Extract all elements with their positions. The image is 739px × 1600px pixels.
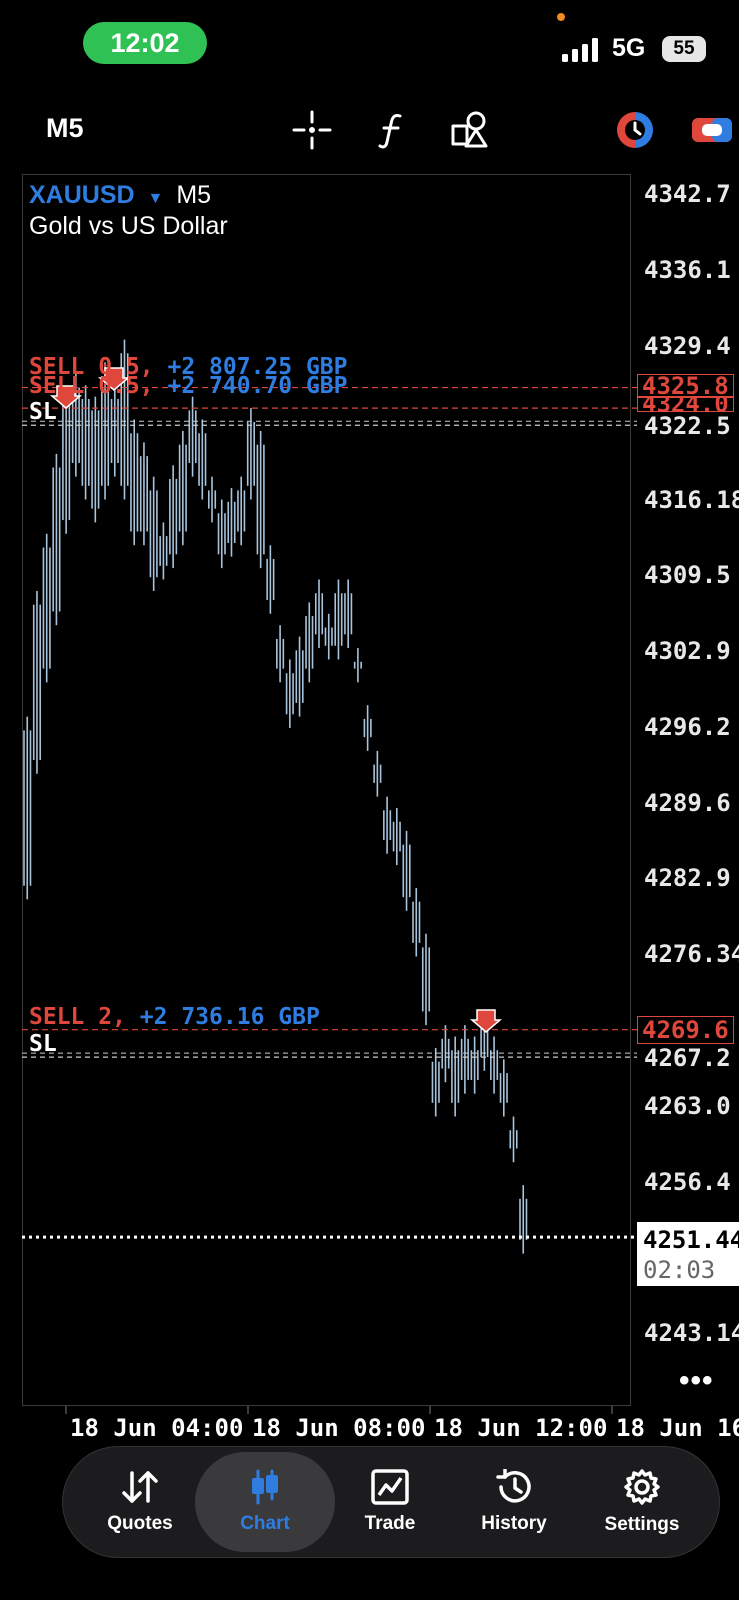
- price-axis-label: 4243.14: [644, 1319, 739, 1347]
- price-axis-label: 4329.4: [644, 332, 731, 360]
- time-axis-label: 18 Jun 08:00: [252, 1414, 426, 1442]
- tab-chart[interactable]: Chart: [215, 1446, 315, 1558]
- price-axis-label: 4282.9: [644, 864, 731, 892]
- order-profit: +2 740.70 GBP: [167, 373, 348, 399]
- price-axis-label: 4342.7: [644, 180, 731, 208]
- quotes-icon: [122, 1471, 158, 1503]
- stop-loss-label[interactable]: SL: [29, 1031, 57, 1057]
- tab-quotes[interactable]: Quotes: [90, 1446, 190, 1558]
- price-axis-label: 4296.2: [644, 713, 731, 741]
- order-profit: +2 736.16 GBP: [139, 1004, 320, 1030]
- price-axis-label: 4289.6: [644, 789, 731, 817]
- price-chart[interactable]: [0, 0, 739, 1600]
- history-icon: [496, 1469, 531, 1503]
- price-axis-label: 4276.34: [644, 940, 739, 968]
- order-price-tag: 4325.8: [637, 374, 734, 398]
- time-axis-label: 18 Jun 12:00: [434, 1414, 608, 1442]
- chart-icon: [252, 1469, 278, 1505]
- order-type: SELL 0.5,: [29, 373, 154, 399]
- stop-loss-label[interactable]: SL: [29, 399, 57, 425]
- price-axis-label: 4302.9: [644, 637, 731, 665]
- tab-trade[interactable]: Trade: [340, 1446, 440, 1558]
- more-options-button[interactable]: •••: [679, 1364, 714, 1398]
- time-axis-label: 18 Jun 04:00: [70, 1414, 244, 1442]
- sell-arrow-icon: [469, 1009, 503, 1033]
- current-price: 4251.44: [643, 1226, 739, 1254]
- order-price-tag: 4269.6: [637, 1016, 734, 1044]
- order-price-tag: 4324.0: [637, 396, 734, 412]
- tab-label: History: [481, 1513, 547, 1534]
- time-axis-label: 18 Jun 16: [616, 1414, 739, 1442]
- price-axis-label: 4263.0: [644, 1092, 731, 1120]
- price-axis-label: 4336.1: [644, 256, 731, 284]
- price-axis-label: 4256.4: [644, 1168, 731, 1196]
- order-label[interactable]: SELL 2, +2 736.16 GBP: [29, 1004, 320, 1030]
- sl-price-tag: 4267.2: [644, 1044, 731, 1072]
- tab-settings[interactable]: Settings: [590, 1446, 694, 1558]
- bar-countdown: 02:03: [643, 1256, 716, 1284]
- tab-label: Chart: [240, 1513, 290, 1534]
- trade-icon: [371, 1469, 409, 1505]
- settings-icon: [624, 1469, 660, 1505]
- order-type: SELL 2,: [29, 1004, 126, 1030]
- tab-label: Trade: [364, 1513, 416, 1534]
- tab-label: Settings: [604, 1514, 680, 1535]
- price-axis-label: 4316.18: [644, 486, 739, 514]
- price-axis-label: 4322.5: [644, 412, 731, 440]
- tab-label: Quotes: [107, 1513, 173, 1534]
- order-label[interactable]: SELL 0.5, +2 740.70 GBP: [29, 373, 348, 399]
- tab-history[interactable]: History: [464, 1446, 564, 1558]
- price-axis-label: 4309.5: [644, 561, 731, 589]
